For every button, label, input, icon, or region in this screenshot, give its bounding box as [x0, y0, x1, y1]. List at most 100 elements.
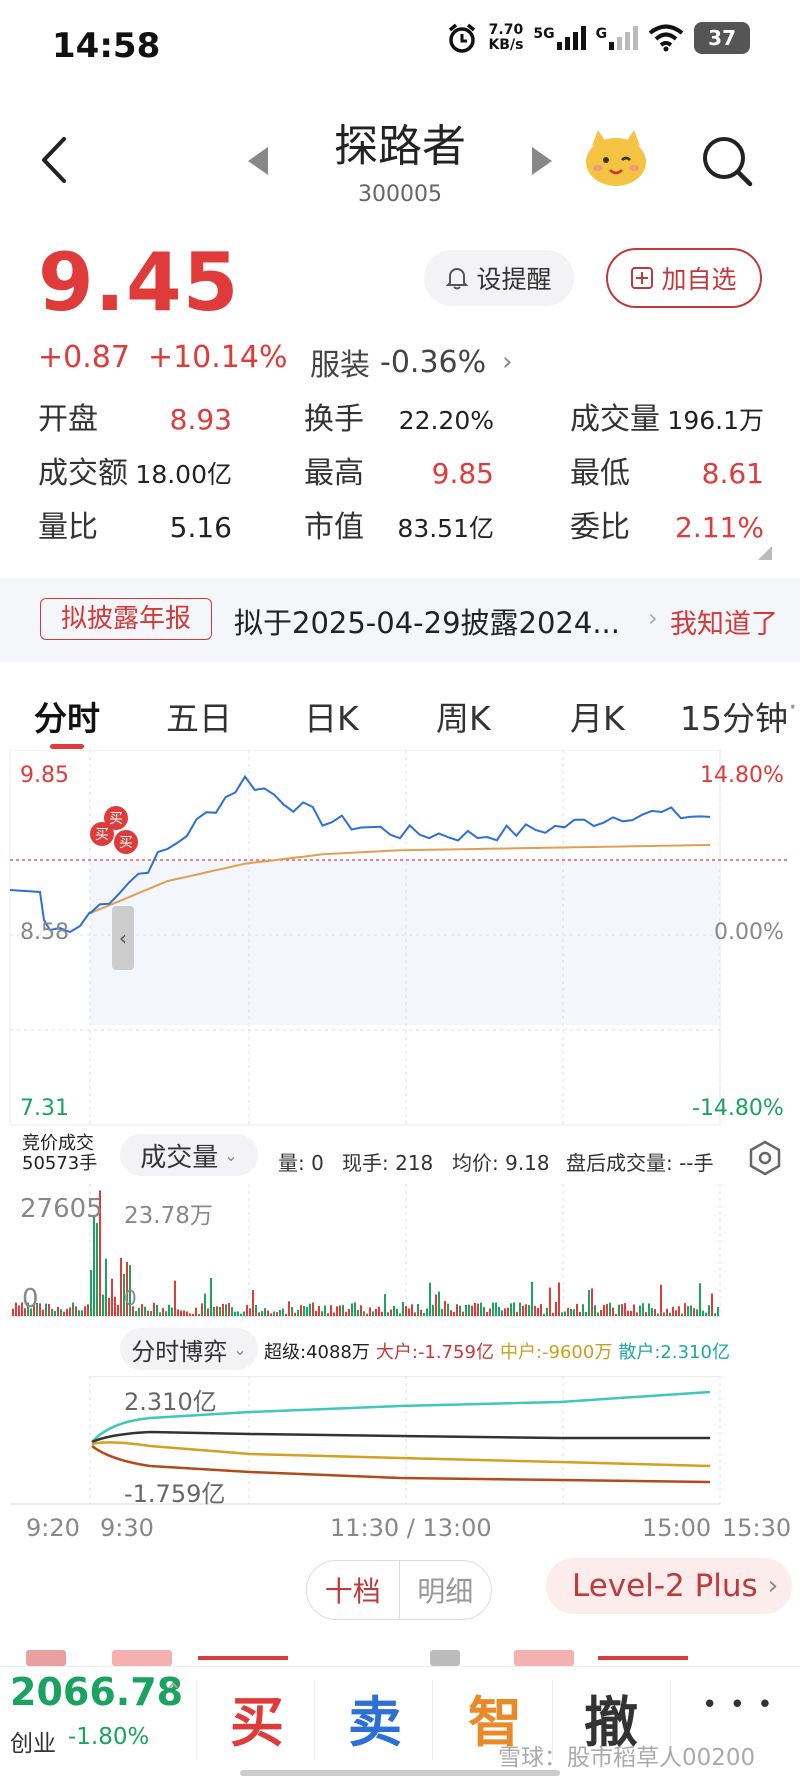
game-indicator-dropdown[interactable]: 分时博弈 ⌄ — [120, 1328, 258, 1370]
status-time: 14:58 — [52, 26, 161, 66]
tab-monthly-k[interactable]: 月K — [570, 692, 625, 740]
notice-dismiss-button[interactable]: 我知道了 — [670, 602, 778, 641]
set-reminder-button[interactable]: 设提醒 — [424, 250, 574, 306]
expand-corner-icon[interactable] — [758, 546, 772, 560]
volume-bar — [93, 1214, 95, 1316]
volume-bar — [486, 1311, 488, 1316]
volume-bar — [699, 1283, 701, 1316]
volume-bar — [444, 1300, 446, 1316]
volume-bar — [249, 1308, 251, 1316]
volume-bar — [120, 1257, 122, 1316]
tab-weekly-k[interactable]: 周K — [436, 692, 491, 740]
status-icons: 7.70 KB/s 5G G 37 — [446, 22, 750, 54]
volume-bar — [279, 1309, 281, 1316]
tab-daily-k[interactable]: 日K — [304, 692, 359, 740]
volume-bar — [309, 1303, 311, 1316]
stat-low: 最低 8.61 — [570, 456, 764, 491]
volume-bar — [153, 1302, 155, 1316]
chevron-up-icon[interactable]: ⌃ — [164, 1680, 182, 1705]
stat-order-ratio: 委比 2.11% — [570, 510, 764, 545]
volume-bar — [225, 1304, 227, 1316]
mascot-icon[interactable] — [582, 126, 650, 188]
volume-bar — [627, 1310, 629, 1316]
volume-bar — [222, 1303, 224, 1316]
volume-bar — [456, 1304, 458, 1316]
stat-market-cap: 市值 83.51亿 — [304, 510, 494, 545]
negative-zone — [90, 860, 720, 1025]
volume-bar — [582, 1304, 584, 1316]
volume-bar — [678, 1306, 680, 1316]
volume-bar — [117, 1304, 119, 1316]
price-axis-low: 7.31 — [20, 1096, 69, 1121]
volume-bar — [633, 1304, 635, 1316]
volume-bar — [111, 1278, 113, 1316]
volume-bar — [684, 1303, 686, 1316]
volume-bar — [717, 1306, 719, 1316]
volume-bar — [693, 1308, 695, 1316]
volume-bar — [294, 1312, 296, 1316]
alarm-icon — [449, 23, 476, 53]
volume-bar — [390, 1309, 392, 1316]
tab-intraday[interactable]: 分时 — [34, 692, 100, 740]
volume-bar — [405, 1306, 407, 1316]
index-value[interactable]: 2066.78 — [10, 1670, 183, 1714]
watermark: 雪球：股市稻草人00200 — [498, 1745, 756, 1771]
volume-bar — [288, 1301, 290, 1316]
tab-five-day[interactable]: 五日 — [166, 692, 232, 740]
volume-bar — [609, 1302, 611, 1316]
volume-bar — [573, 1309, 575, 1316]
volume-bar — [663, 1312, 665, 1316]
tab-15min[interactable]: 15分钟 — [680, 692, 788, 740]
volume-bar — [381, 1311, 383, 1316]
settings-hexagon-icon[interactable] — [748, 1140, 782, 1176]
buy-marker[interactable]: 买 — [114, 830, 138, 854]
volume-bar — [285, 1313, 287, 1316]
tab-active-indicator — [50, 744, 84, 749]
volume-bar — [339, 1305, 341, 1316]
capital-flow-chart[interactable] — [0, 1376, 800, 1506]
volume-bar — [198, 1313, 200, 1316]
volume-bar — [597, 1312, 599, 1316]
stock-code: 300005 — [358, 182, 442, 207]
tab-detail[interactable]: 明细 — [400, 1561, 492, 1619]
volume-bar — [612, 1307, 614, 1316]
buy-button[interactable]: 买 — [230, 1678, 284, 1757]
volume-bar-chart[interactable] — [0, 1184, 800, 1320]
volume-indicator-dropdown[interactable]: 成交量 ⌄ — [120, 1134, 258, 1176]
price-axis-mid: 8.58 — [20, 920, 69, 945]
volume-bar — [615, 1313, 617, 1316]
stat-volume-ratio: 量比 5.16 — [38, 510, 232, 545]
add-watchlist-button[interactable]: 加自选 — [606, 248, 762, 308]
volume-bar — [408, 1308, 410, 1316]
search-icon[interactable] — [700, 134, 754, 188]
volume-bar — [162, 1308, 164, 1316]
volume-bar — [687, 1306, 689, 1316]
auction-info: 竞价成交 50573手 — [22, 1133, 98, 1174]
volume-bar — [567, 1308, 569, 1316]
volume-bar — [195, 1307, 197, 1316]
more-icon[interactable]: • • • — [702, 1690, 775, 1720]
legend-large: 大户:-1.759亿 — [375, 1342, 494, 1363]
sell-button[interactable]: 卖 — [348, 1678, 402, 1757]
next-stock-arrow-icon[interactable] — [532, 147, 552, 175]
volume-bar — [513, 1302, 515, 1316]
legend-retail: 散户:2.310亿 — [618, 1342, 730, 1363]
stat-turnover: 换手 22.20% — [304, 402, 494, 437]
volume-bar — [228, 1303, 230, 1316]
volume-bar — [540, 1304, 542, 1316]
sector-link[interactable]: 服装 -0.36% › — [310, 340, 513, 384]
collapse-handle-icon[interactable]: ‹ — [112, 906, 134, 970]
volume-bar — [57, 1306, 59, 1316]
home-indicator — [240, 1770, 560, 1776]
price-change: +0.87 +10.14% — [38, 340, 287, 375]
volume-bar — [75, 1306, 77, 1316]
volume-bar — [561, 1312, 563, 1316]
volume-bar — [528, 1305, 530, 1316]
volume-bar — [507, 1307, 509, 1316]
notice-text[interactable]: 拟于2025-04-29披露2024... — [234, 600, 620, 642]
tab-ten-level[interactable]: 十档 — [307, 1561, 400, 1619]
buy-marker[interactable]: 买 — [90, 822, 114, 846]
volume-bar — [303, 1306, 305, 1316]
level2-plus-button[interactable]: Level-2 Plus › — [546, 1558, 792, 1614]
volume-bar — [495, 1302, 497, 1316]
